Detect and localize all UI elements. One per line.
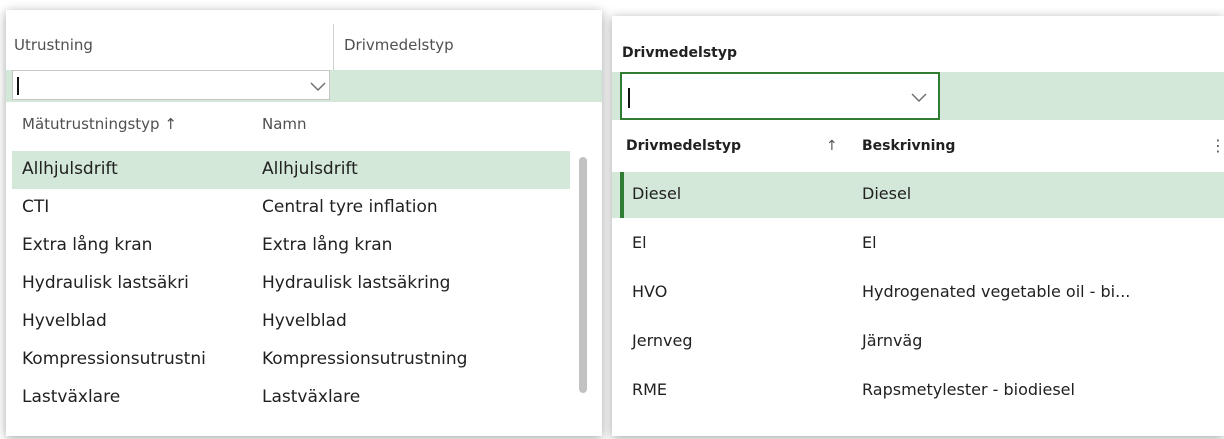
header-beskrivning[interactable]: Beskrivning [862,138,955,154]
fuel-type-lookup-panel: Drivmedelstyp Drivmedelstyp ↑ Beskrivnin… [612,16,1224,436]
row-name: Extra lång kran [262,235,393,255]
row-name: Allhjulsdrift [262,159,358,179]
edit-row [6,70,602,102]
list-item[interactable]: Jernveg Järnväg [612,319,1224,365]
dropdown-header-namn[interactable]: Namn [262,115,307,133]
chevron-down-icon[interactable] [309,81,327,93]
more-options-icon[interactable]: ⋮ [1210,136,1224,155]
row-type: CTI [22,197,50,217]
row-code: RME [632,380,668,399]
row-type: Hydraulisk lastsäkri [22,273,189,293]
row-code: El [632,233,647,252]
column-header-utrustning[interactable]: Utrustning [14,36,93,54]
row-code: Diesel [632,184,682,203]
list-item[interactable]: Allhjulsdrift Allhjulsdrift [12,151,570,189]
list-item[interactable]: RME Rapsmetylester - biodiesel [612,368,1224,414]
row-description: El [862,233,877,252]
column-header-row: Utrustning Drivmedelstyp [6,10,602,70]
list-item[interactable]: Hyvelblad Hyvelblad [12,303,570,341]
dropdown-scrollbar[interactable] [579,157,587,393]
list-item[interactable]: Extra lång kran Extra lång kran [12,227,570,265]
list-item[interactable]: Kompressionsutrustni Kompressionsutrustn… [12,341,570,379]
utrustning-lookup-input[interactable] [12,70,330,100]
row-code: Jernveg [632,331,693,350]
dropdown-header-matutrustningstyp[interactable]: Mätutrustningstyp ↑ [22,115,177,133]
row-name: Central tyre inflation [262,197,438,217]
dropdown-header: Mätutrustningstyp ↑ Namn [12,105,592,145]
equipment-lookup-panel: Utrustning Drivmedelstyp Mätutrustningst… [6,10,602,436]
row-description: Diesel [862,184,912,203]
chevron-down-icon[interactable] [910,92,928,104]
dropdown-header: Drivmedelstyp ↑ Beskrivning [612,134,1224,162]
list-item[interactable]: Diesel Diesel [612,172,1224,218]
row-description: Järnväg [862,331,923,350]
header-drivmedelstyp[interactable]: Drivmedelstyp [626,138,741,154]
list-item[interactable]: Lastväxlare Lastväxlare [12,379,570,417]
row-type: Extra lång kran [22,235,153,255]
edit-row [612,72,1224,120]
drivmedelstyp-lookup-input[interactable] [620,72,940,120]
row-name: Hydraulisk lastsäkring [262,273,451,293]
list-item[interactable]: HVO Hydrogenated vegetable oil - bi... [612,270,1224,316]
row-name: Kompressionsutrustning [262,349,468,369]
row-type: Lastväxlare [22,387,121,407]
text-caret [17,77,19,95]
column-header-drivmedelstyp[interactable]: Drivmedelstyp [344,36,454,54]
list-item[interactable]: El El [612,221,1224,267]
row-type: Hyvelblad [22,311,107,331]
lookup-dropdown: Mätutrustningstyp ↑ Namn Allhjulsdrift A… [12,105,592,425]
row-type: Kompressionsutrustni [22,349,206,369]
row-description: Rapsmetylester - biodiesel [862,380,1075,399]
row-code: HVO [632,282,668,301]
row-name: Lastväxlare [262,387,361,407]
text-caret [628,88,630,108]
row-type: Allhjulsdrift [22,159,118,179]
row-name: Hyvelblad [262,311,347,331]
list-item[interactable]: Hydraulisk lastsäkri Hydraulisk lastsäkr… [12,265,570,303]
sort-ascending-icon[interactable]: ↑ [826,138,838,154]
column-header-drivmedelstyp[interactable]: Drivmedelstyp [622,45,737,61]
list-item[interactable]: CTI Central tyre inflation [12,189,570,227]
row-description: Hydrogenated vegetable oil - bi... [862,282,1131,301]
